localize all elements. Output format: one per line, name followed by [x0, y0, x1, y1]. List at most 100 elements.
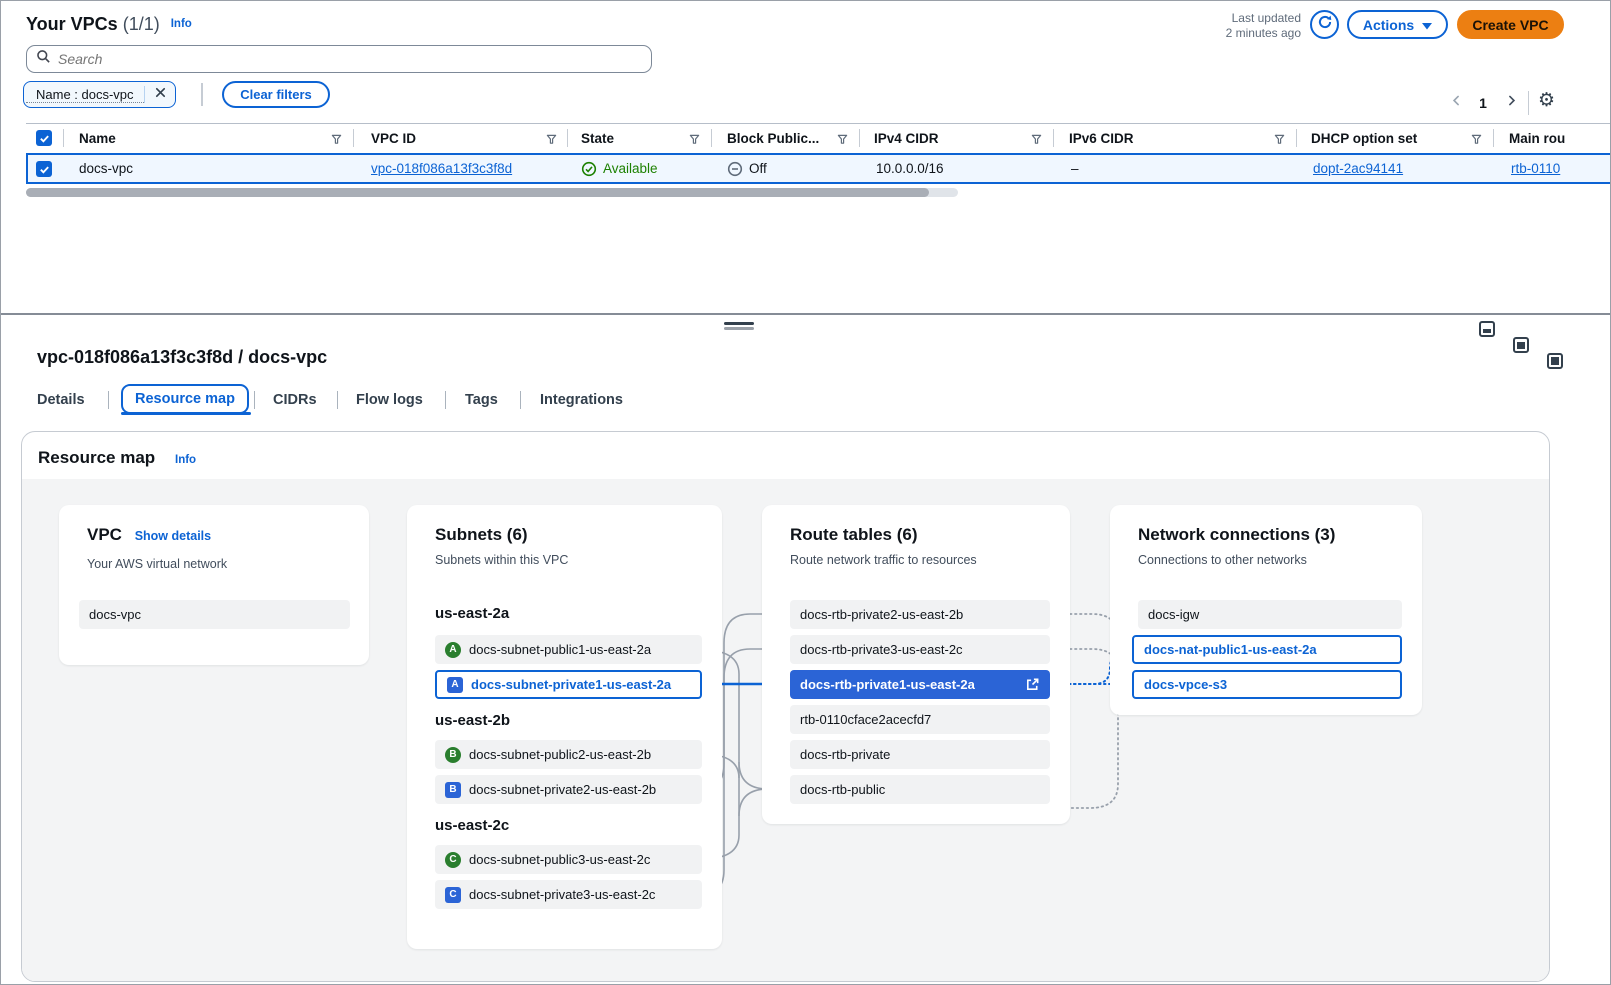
route-table-node[interactable]: docs-rtb-private2-us-east-2b: [790, 600, 1050, 629]
subnet-node[interactable]: C docs-subnet-public3-us-east-2c: [435, 845, 702, 874]
filter-token: Name : docs-vpc: [23, 81, 176, 108]
az-header: us-east-2c: [435, 817, 509, 834]
search-input[interactable]: [58, 51, 642, 67]
tab-cidrs[interactable]: CIDRs: [273, 387, 317, 413]
search-box: [26, 45, 652, 73]
column-divider: [353, 129, 354, 147]
vpc-column-subtitle: Your AWS virtual network: [87, 557, 227, 571]
filter-funnel-icon[interactable]: [1471, 132, 1482, 150]
route-table-node[interactable]: docs-rtb-private3-us-east-2c: [790, 635, 1050, 664]
route-tables-column-subtitle: Route network traffic to resources: [790, 553, 977, 567]
connection-node-highlighted[interactable]: docs-nat-public1-us-east-2a: [1132, 635, 1402, 664]
filter-funnel-icon[interactable]: [1031, 132, 1042, 150]
vpc-show-details-link[interactable]: Show details: [135, 529, 211, 543]
status-off-icon: [727, 161, 743, 177]
filter-funnel-icon[interactable]: [1274, 132, 1285, 150]
resource-map-info-link[interactable]: Info: [175, 454, 196, 466]
vpc-column-card: VPC Show details Your AWS virtual networ…: [59, 505, 369, 665]
chevron-right-icon: [1505, 94, 1518, 112]
panel-size-half-icon[interactable]: [1513, 337, 1529, 353]
tab-flow-logs[interactable]: Flow logs: [356, 387, 423, 413]
row-ipv4-cidr: 10.0.0.0/16: [876, 155, 944, 182]
pagination-divider: [1528, 91, 1529, 115]
public-subnet-badge: B: [445, 747, 461, 763]
vpc-node[interactable]: docs-vpc: [79, 600, 350, 629]
col-header-main-route[interactable]: Main rou: [1509, 124, 1565, 153]
search-icon: [36, 49, 51, 69]
tab-tags[interactable]: Tags: [465, 387, 498, 413]
filter-funnel-icon[interactable]: [689, 132, 700, 150]
col-header-dhcp[interactable]: DHCP option set: [1311, 124, 1417, 153]
subnet-node-selected[interactable]: A docs-subnet-private1-us-east-2a: [435, 670, 702, 699]
network-connections-column-subtitle: Connections to other networks: [1138, 553, 1307, 567]
col-header-name[interactable]: Name: [79, 124, 116, 153]
row-block-public-text: Off: [749, 155, 767, 182]
token-dismiss-button[interactable]: [145, 82, 175, 107]
row-dhcp-link[interactable]: dopt-2ac94141: [1313, 155, 1403, 182]
table-row[interactable]: docs-vpc vpc-018f086a13f3c3f8d Available…: [26, 153, 1611, 184]
vpc-count: (1/1): [123, 14, 160, 34]
route-table-node-selected[interactable]: docs-rtb-private1-us-east-2a: [790, 670, 1050, 699]
split-panel-divider: [1, 313, 1611, 315]
filter-funnel-icon[interactable]: [546, 132, 557, 150]
network-connections-column-title: Network connections (3): [1138, 525, 1335, 545]
subnet-label: docs-subnet-private1-us-east-2a: [471, 677, 671, 692]
filters-divider: [201, 83, 203, 106]
panel-size-small-icon[interactable]: [1479, 321, 1495, 337]
page-title-text: Your VPCs: [26, 14, 118, 34]
select-all-checkbox[interactable]: [36, 130, 52, 146]
create-vpc-button[interactable]: Create VPC: [1457, 10, 1564, 39]
filter-funnel-icon[interactable]: [331, 132, 342, 150]
subnet-label: docs-subnet-public1-us-east-2a: [469, 642, 651, 657]
actions-button[interactable]: Actions: [1347, 10, 1448, 39]
table-header: Name VPC ID State Block Public... IPv4 C…: [26, 124, 1611, 153]
col-header-block-public[interactable]: Block Public...: [727, 124, 819, 153]
col-header-ipv6[interactable]: IPv6 CIDR: [1069, 124, 1134, 153]
route-table-node[interactable]: docs-rtb-public: [790, 775, 1050, 804]
public-subnet-badge: A: [445, 642, 461, 658]
vpc-column-title: VPC Show details: [87, 525, 211, 545]
next-page-button[interactable]: [1499, 91, 1523, 115]
subnet-node[interactable]: B docs-subnet-public2-us-east-2b: [435, 740, 702, 769]
subnet-node[interactable]: C docs-subnet-private3-us-east-2c: [435, 880, 702, 909]
col-header-ipv4[interactable]: IPv4 CIDR: [874, 124, 939, 153]
row-main-route-link[interactable]: rtb-0110: [1511, 155, 1560, 182]
subnet-node[interactable]: A docs-subnet-public1-us-east-2a: [435, 635, 702, 664]
prev-page-button[interactable]: [1444, 91, 1468, 115]
split-panel-drag-handle[interactable]: [724, 327, 754, 330]
table-settings-gear-icon[interactable]: ⚙: [1538, 89, 1555, 111]
row-checkbox[interactable]: [36, 161, 52, 177]
resource-map-card: Resource map Info: [21, 431, 1550, 982]
subnet-node[interactable]: B docs-subnet-private2-us-east-2b: [435, 775, 702, 804]
tab-details[interactable]: Details: [37, 387, 85, 413]
filter-funnel-icon[interactable]: [837, 132, 848, 150]
col-header-vpc-id[interactable]: VPC ID: [371, 124, 416, 153]
connection-node[interactable]: docs-igw: [1138, 600, 1402, 629]
subnet-label: docs-subnet-public2-us-east-2b: [469, 747, 651, 762]
col-header-state[interactable]: State: [581, 124, 614, 153]
status-available-icon: [581, 161, 597, 177]
route-table-node[interactable]: rtb-0110cface2acecfd7: [790, 705, 1050, 734]
refresh-button[interactable]: [1310, 10, 1339, 39]
last-updated-value: 2 minutes ago: [1226, 26, 1301, 41]
column-divider: [1053, 129, 1054, 147]
tab-integrations[interactable]: Integrations: [540, 387, 623, 413]
horizontal-scrollbar-thumb[interactable]: [26, 188, 929, 197]
page-number[interactable]: 1: [1471, 91, 1495, 115]
tab-resource-map[interactable]: Resource map: [121, 384, 249, 414]
row-state: Available: [581, 155, 658, 182]
az-header: us-east-2b: [435, 712, 510, 729]
az-header: us-east-2a: [435, 605, 509, 622]
row-vpc-id-link[interactable]: vpc-018f086a13f3c3f8d: [371, 155, 512, 182]
split-panel-drag-handle[interactable]: [724, 322, 754, 325]
panel-size-full-icon[interactable]: [1547, 353, 1563, 369]
column-divider: [1296, 129, 1297, 147]
external-link-icon[interactable]: [1025, 677, 1040, 692]
clear-filters-button[interactable]: Clear filters: [222, 81, 330, 108]
clear-filters-label: Clear filters: [240, 87, 312, 102]
route-table-node[interactable]: docs-rtb-private: [790, 740, 1050, 769]
tab-divider: [337, 391, 338, 409]
page-info-link[interactable]: Info: [171, 18, 192, 30]
connection-node-highlighted[interactable]: docs-vpce-s3: [1132, 670, 1402, 699]
tab-divider: [520, 391, 521, 409]
